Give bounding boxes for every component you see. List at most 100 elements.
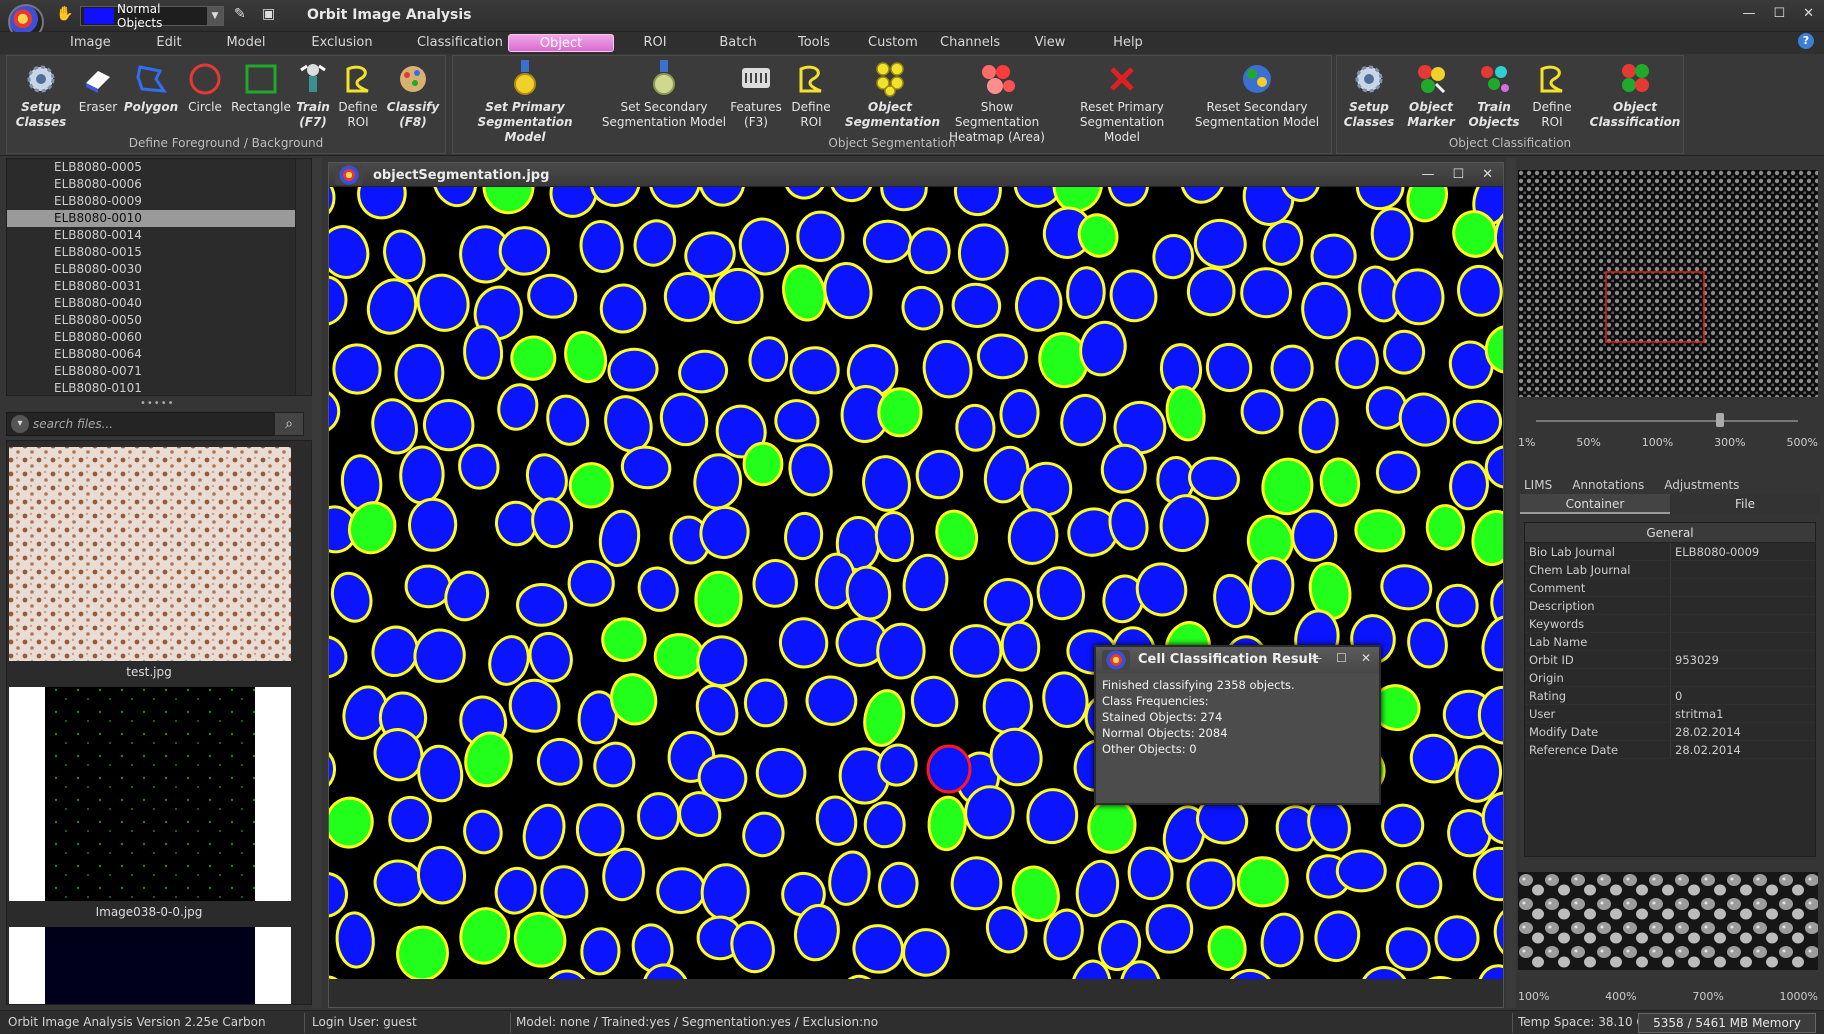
property-value[interactable] [1671, 633, 1815, 650]
property-row[interactable]: Orbit ID 953029 [1525, 651, 1815, 669]
horizontal-scrollbar[interactable] [329, 979, 1503, 1007]
define-roi-button[interactable]: Define ROI [1527, 60, 1577, 130]
train-objects-button[interactable]: Train Objects [1463, 60, 1525, 130]
menu-view[interactable]: View [1032, 34, 1068, 52]
object-marker-button[interactable]: Object Marker [1401, 60, 1461, 130]
close-icon[interactable]: ✕ [1361, 651, 1371, 665]
menu-roi[interactable]: ROI [640, 34, 670, 52]
zoom-slider-handle[interactable] [1716, 413, 1724, 427]
file-list-item[interactable]: ELB8080-0014 [7, 227, 311, 244]
set-primary-segmentation-model-button[interactable]: Set Primary Segmentation Model [455, 60, 595, 145]
property-value[interactable] [1671, 579, 1815, 596]
property-value[interactable]: 953029 [1671, 651, 1815, 668]
segmentation-canvas[interactable] [329, 187, 1503, 979]
menu-classification[interactable]: Classification [410, 34, 510, 52]
reset-secondary-segmentation-model-button[interactable]: Reset Secondary Segmentation Model [1189, 60, 1325, 130]
detail-view[interactable] [1518, 872, 1818, 970]
property-row[interactable]: Modify Date 28.02.2014 [1525, 723, 1815, 741]
selected-cell[interactable] [926, 744, 972, 794]
property-row[interactable]: Reference Date 28.02.2014 [1525, 741, 1815, 759]
tab-annotations[interactable]: Annotations [1566, 476, 1650, 494]
menu-channels[interactable]: Channels [940, 34, 1000, 52]
navigator-panel[interactable] [1518, 170, 1818, 397]
menu-custom[interactable]: Custom [868, 34, 918, 52]
property-value[interactable]: stritma1 [1671, 705, 1815, 722]
file-list-item[interactable]: ELB8080-0005 [7, 159, 311, 176]
train-f7-button[interactable]: Train (F7) [291, 60, 335, 130]
tab-lims[interactable]: LIMS [1518, 476, 1558, 494]
property-row[interactable]: Lab Name [1525, 633, 1815, 651]
classify-f8-button[interactable]: Classify (F8) [383, 60, 443, 130]
property-row[interactable]: Description [1525, 597, 1815, 615]
menu-batch[interactable]: Batch [718, 34, 758, 52]
file-list-item[interactable]: ELB8080-0030 [7, 261, 311, 278]
maximize-icon[interactable]: ☐ [1773, 6, 1785, 21]
minimize-icon[interactable]: — [1310, 651, 1322, 665]
setup-classes-button[interactable]: Setup Classes [1341, 60, 1397, 130]
pipette-icon[interactable]: ✎ [234, 6, 246, 22]
property-row[interactable]: Keywords [1525, 615, 1815, 633]
tab-adjustments[interactable]: Adjustments [1658, 476, 1745, 494]
property-row[interactable]: Chem Lab Journal [1525, 561, 1815, 579]
polygon-button[interactable]: Polygon [123, 60, 179, 115]
left-splitter[interactable] [312, 158, 322, 1008]
menu-tools[interactable]: Tools [796, 34, 832, 52]
file-list-item[interactable]: ELB8080-0010 [7, 210, 311, 227]
file-list-item[interactable]: ELB8080-0006 [7, 176, 311, 193]
tab-file[interactable]: File [1670, 494, 1820, 514]
hand-icon[interactable]: ✋ [56, 6, 73, 22]
property-value[interactable]: 0 [1671, 687, 1815, 704]
splitter-grip[interactable]: ••••• [140, 398, 175, 409]
memory-indicator[interactable]: 5358 / 5461 MB Memory [1638, 1013, 1816, 1033]
search-dropdown-icon[interactable]: ▾ [11, 415, 29, 433]
file-list-item[interactable]: ELB8080-0071 [7, 363, 311, 380]
property-row[interactable]: Comment [1525, 579, 1815, 597]
reset-primary-segmentation-model-button[interactable]: Reset Primary Segmentation Model [1061, 60, 1183, 145]
menu-edit[interactable]: Edit [150, 34, 188, 52]
chevron-down-icon[interactable]: ▼ [207, 7, 223, 25]
file-list-item[interactable]: ELB8080-0015 [7, 244, 311, 261]
file-list-item[interactable]: ELB8080-0009 [7, 193, 311, 210]
search-input[interactable]: search files... [33, 417, 113, 431]
right-splitter[interactable] [1506, 158, 1516, 1008]
file-list-scrollbar[interactable] [295, 159, 311, 395]
property-row[interactable]: Origin [1525, 669, 1815, 687]
file-list-item[interactable]: ELB8080-0060 [7, 329, 311, 346]
zoom-slider-track[interactable] [1536, 420, 1798, 422]
define-roi-button[interactable]: Define ROI [335, 60, 381, 130]
thumbnail-image038[interactable] [45, 687, 255, 901]
search-icon[interactable]: ⌕ [274, 412, 304, 436]
image-icon[interactable]: ▣ [262, 6, 275, 22]
maximize-icon[interactable]: ☐ [1452, 167, 1464, 182]
maximize-icon[interactable]: ☐ [1336, 651, 1347, 665]
circle-button[interactable]: Circle [183, 60, 227, 115]
thumbnail-blue[interactable] [45, 927, 255, 1005]
define-roi-button[interactable]: Define ROI [783, 60, 839, 130]
minimize-icon[interactable]: — [1742, 6, 1755, 21]
property-value[interactable] [1671, 669, 1815, 686]
menu-exclusion-model[interactable]: Exclusion Model [296, 34, 388, 68]
menu-image[interactable]: Image [70, 34, 111, 52]
rectangle-button[interactable]: Rectangle [231, 60, 291, 115]
file-list-item[interactable]: ELB8080-0064 [7, 346, 311, 363]
close-icon[interactable]: ✕ [1482, 167, 1493, 182]
file-list-item[interactable]: ELB8080-0101 [7, 380, 311, 397]
file-list-item[interactable]: ELB8080-0050 [7, 312, 311, 329]
property-row[interactable]: Rating 0 [1525, 687, 1815, 705]
set-secondary-segmentation-model-button[interactable]: Set Secondary Segmentation Model [599, 60, 729, 130]
file-list-item[interactable]: ELB8080-0040 [7, 295, 311, 312]
property-value[interactable]: 28.02.2014 [1671, 723, 1815, 740]
show-segmentation-heatmap-area-button[interactable]: Show Segmentation Heatmap (Area) [937, 60, 1057, 145]
features-f3-button[interactable]: Features (F3) [729, 60, 783, 130]
menu-model[interactable]: Model [225, 34, 267, 52]
property-value[interactable] [1671, 561, 1815, 578]
close-icon[interactable]: ✕ [1803, 6, 1814, 21]
setup-classes-button[interactable]: Setup Classes [15, 60, 67, 130]
property-row[interactable]: User stritma1 [1525, 705, 1815, 723]
file-list-item[interactable]: ELB8080-0031 [7, 278, 311, 295]
class-selector[interactable]: Normal Objects ▼ [80, 2, 224, 30]
property-value[interactable] [1671, 597, 1815, 614]
object-segmentation-button[interactable]: Object Segmentation [845, 60, 940, 130]
help-icon[interactable]: ? [1798, 33, 1814, 49]
property-value[interactable]: ELB8080-0009 [1671, 543, 1815, 560]
